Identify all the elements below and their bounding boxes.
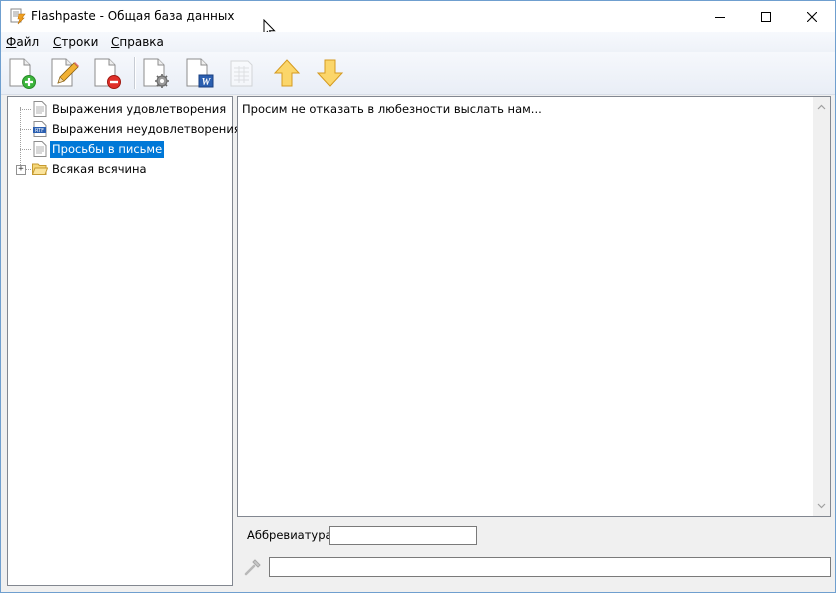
line-text-editor[interactable]: Просим не отказать в любезности выслать … <box>237 96 831 517</box>
document-plus-icon <box>9 58 36 89</box>
rtf-document-icon: RTF <box>33 121 47 137</box>
word-export-button[interactable]: W <box>183 56 217 90</box>
scroll-up-arrow-icon[interactable] <box>817 103 826 112</box>
text-document-icon <box>33 141 47 157</box>
delete-line-button[interactable] <box>91 56 125 90</box>
editor-text: Просим не отказать в любезности выслать … <box>242 102 542 116</box>
toolbar: W <box>1 52 835 95</box>
table-button[interactable] <box>226 56 260 90</box>
text-document-icon <box>33 101 47 117</box>
toolbar-separator <box>134 57 135 89</box>
move-down-button[interactable] <box>313 56 347 90</box>
add-line-button[interactable] <box>6 56 40 90</box>
abbreviation-label: Аббревиатура: <box>247 528 337 542</box>
scroll-down-arrow-icon[interactable] <box>817 501 826 510</box>
title-bar[interactable]: Flashpaste - Общая база данных <box>1 1 835 39</box>
app-window: Flashpaste - Общая база данных Файл Стро… <box>0 0 836 593</box>
tree-item[interactable]: RTF Выражения неудовлетворения <box>8 119 241 139</box>
minimize-icon <box>715 16 725 18</box>
properties-button[interactable] <box>140 56 174 90</box>
abbreviation-input[interactable] <box>329 526 477 545</box>
category-tree[interactable]: Выражения удовлетворения RTF Выражения н… <box>7 96 241 586</box>
move-up-button[interactable] <box>270 56 304 90</box>
folder-icon <box>32 163 48 175</box>
tree-item-label: Выражения удовлетворения <box>52 102 227 116</box>
tree-item[interactable]: + Всякая всячина <box>8 159 232 179</box>
maximize-button[interactable] <box>743 1 789 32</box>
maximize-icon <box>761 11 771 22</box>
menu-help[interactable]: Справка <box>111 35 164 49</box>
close-button[interactable] <box>789 1 835 32</box>
edit-line-button[interactable] <box>48 56 82 90</box>
hotkey-tool-icon[interactable] <box>244 558 262 576</box>
menu-lines[interactable]: Строки <box>53 35 98 49</box>
flashpaste-app-icon <box>10 8 26 25</box>
minimize-button[interactable] <box>697 1 743 32</box>
menu-bar: Файл Строки Справка <box>1 32 835 52</box>
expand-toggle[interactable]: + <box>16 165 26 175</box>
menu-file[interactable]: Файл <box>6 35 39 49</box>
document-pencil-icon <box>51 58 79 87</box>
tree-branch <box>20 129 31 130</box>
tree-branch <box>20 109 31 110</box>
document-table-icon <box>230 60 253 87</box>
svg-text:RTF: RTF <box>35 128 44 134</box>
tree-item-label: Выражения неудовлетворения <box>52 122 241 136</box>
document-gear-icon <box>143 58 169 88</box>
window-title: Flashpaste - Общая база данных <box>31 9 235 23</box>
hotkey-input[interactable] <box>269 557 831 577</box>
tree-item[interactable]: Выражения удовлетворения <box>8 99 232 119</box>
tree-branch <box>26 169 31 170</box>
vertical-scrollbar[interactable] <box>813 97 830 516</box>
arrow-up-icon <box>273 59 301 87</box>
close-icon <box>807 11 817 22</box>
tree-branch <box>20 149 31 150</box>
svg-text:W: W <box>202 77 212 88</box>
document-word-icon: W <box>186 58 214 88</box>
tree-item-label: Просьбы в письме <box>50 141 165 158</box>
tree-item-label: Всякая всячина <box>52 162 147 176</box>
tree-item-selected[interactable]: Просьбы в письме <box>8 139 232 159</box>
arrow-down-icon <box>316 59 344 87</box>
document-minus-icon <box>94 58 121 89</box>
